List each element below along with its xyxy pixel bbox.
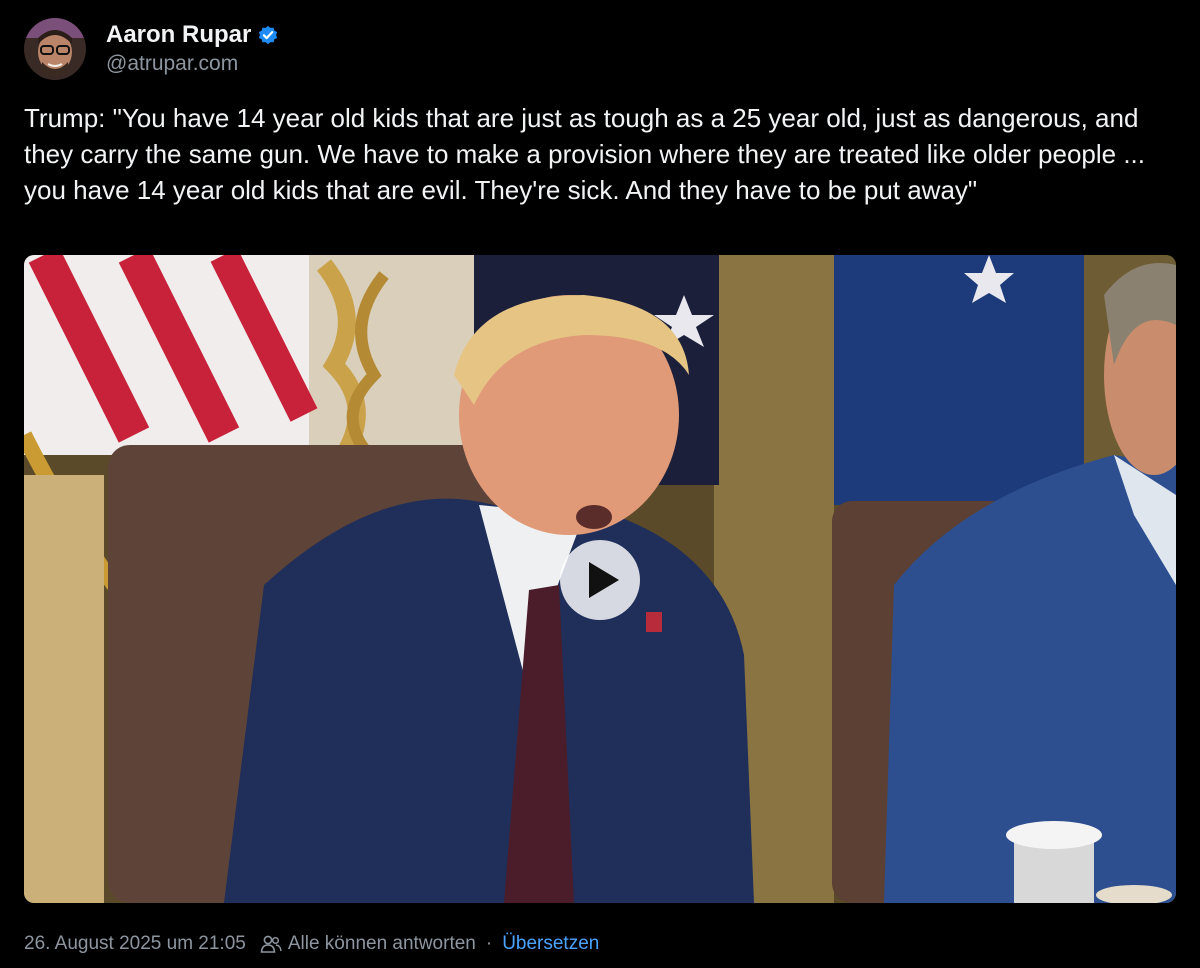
- footer-separator: ·: [485, 933, 493, 954]
- translate-link[interactable]: Übersetzen: [502, 933, 599, 955]
- author-display-name[interactable]: Aaron Rupar: [106, 21, 251, 49]
- author-name-row: Aaron Rupar: [106, 20, 279, 50]
- post-footer: 26. August 2025 um 21:05 Alle können ant…: [24, 930, 599, 958]
- reply-setting[interactable]: Alle können antworten: [288, 933, 476, 955]
- avatar[interactable]: [24, 18, 86, 80]
- play-icon: [589, 562, 619, 598]
- verified-badge-icon: [257, 24, 279, 46]
- author-handle[interactable]: @atrupar.com: [106, 52, 279, 76]
- people-icon: [260, 934, 282, 954]
- post-container: Aaron Rupar @atrupar.com Trump: "You hav…: [0, 0, 1200, 968]
- post-timestamp[interactable]: 26. August 2025 um 21:05: [24, 933, 246, 955]
- author-info: Aaron Rupar @atrupar.com: [106, 20, 279, 76]
- video-player[interactable]: [24, 255, 1176, 903]
- play-button[interactable]: [560, 540, 640, 620]
- post-text: Trump: "You have 14 year old kids that a…: [24, 103, 1146, 205]
